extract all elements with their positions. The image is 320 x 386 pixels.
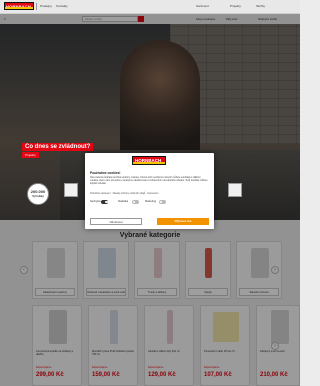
toggle-label-statistics: Statistika (118, 200, 129, 203)
toggle-label-marketing: Marketing (145, 200, 156, 203)
nav-services[interactable]: Služby (256, 4, 265, 8)
product-count-badge: 200.000 Výrobky (27, 183, 49, 205)
logo-stripe (5, 7, 33, 9)
toggle-statistics[interactable] (132, 200, 139, 204)
badge-label: Výrobky (32, 194, 44, 198)
cookie-text: Tato webová stránka používá soubory cook… (90, 176, 208, 185)
modal-logo: HORNBACH (132, 156, 166, 165)
toggle-label-necessary: Nezbytná (90, 200, 101, 203)
cookie-consent-dialog: HORNBACH Používáme cookies! Tato webová … (85, 153, 214, 229)
accept-all-cookies-button[interactable]: Přijmout vše (157, 218, 209, 225)
contacts-link[interactable]: Kontakty (56, 4, 68, 8)
delivery-icon (64, 183, 78, 197)
toggle-knob (159, 200, 162, 203)
hero-title: Co dnes se zvládnout? (22, 143, 94, 151)
toggle-marketing[interactable] (159, 200, 166, 204)
modal-logo-stripe (133, 161, 165, 164)
advice-icon (228, 183, 242, 197)
nav-projects[interactable]: Projekty (230, 4, 241, 8)
nav-assortment[interactable]: Sortiment (196, 4, 209, 8)
reject-cookies-button[interactable]: Odmítnout (90, 218, 142, 225)
cookie-links[interactable]: Podrobné nastavení · Zásady ochrany osob… (90, 193, 159, 195)
top-bar: HORNBACH Prodejny Kontakty Sortiment Pro… (0, 0, 300, 14)
cookie-title: Používáme cookies! (90, 171, 121, 175)
toggle-knob (132, 200, 135, 203)
stores-link[interactable]: Prodejny (40, 4, 52, 8)
hornbach-logo[interactable]: HORNBACH (4, 2, 34, 10)
header-divider (36, 3, 37, 10)
toggle-knob (105, 200, 108, 203)
toggle-necessary[interactable] (101, 200, 108, 204)
hero-cta[interactable]: Projekty (22, 152, 39, 158)
